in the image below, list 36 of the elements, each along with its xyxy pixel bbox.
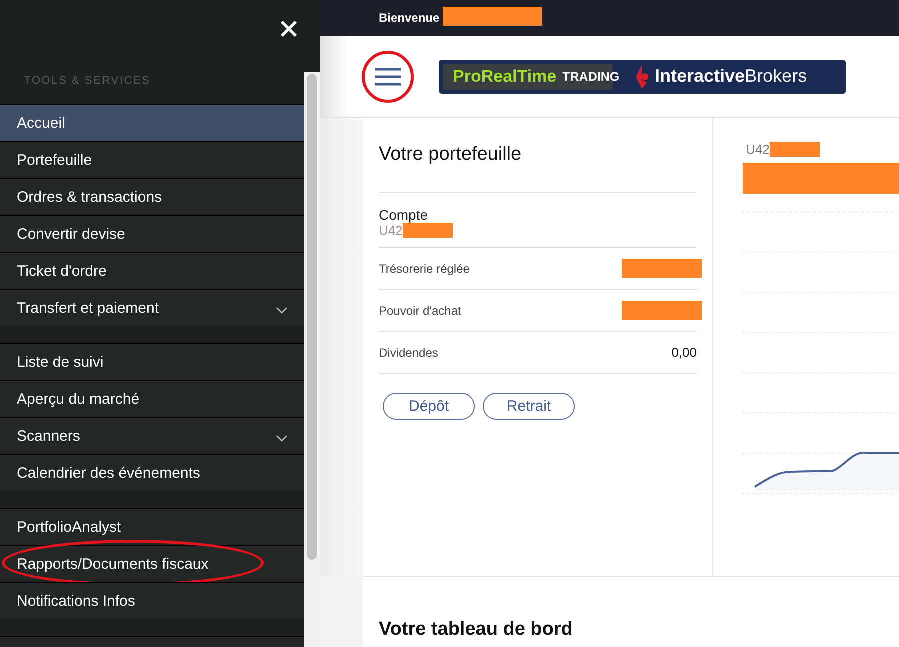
account-id: U42 xyxy=(379,223,403,238)
flame-logo-icon xyxy=(633,64,651,88)
welcome-text: Bienvenue xyxy=(379,11,440,25)
logo-text: TRADING xyxy=(562,70,620,84)
menu-item[interactable]: Aperçu du marché xyxy=(0,380,304,418)
balance-label: Trésorerie réglée xyxy=(379,262,470,276)
menu-item[interactable]: Convertir devise xyxy=(0,215,304,252)
menu-item[interactable]: Ticket d'ordre xyxy=(0,252,304,290)
chevron-down-icon[interactable] xyxy=(276,307,288,316)
account-label: Compte xyxy=(379,207,430,223)
close-icon[interactable] xyxy=(280,20,298,38)
menu-item[interactable]: Calendrier des événements xyxy=(0,454,304,492)
logo-text: ProRealTime xyxy=(453,66,557,86)
logo-text: InteractiveBrokers xyxy=(655,66,808,87)
balance-value: 0,00 xyxy=(672,345,697,360)
section-title: Votre tableau de bord xyxy=(379,618,573,642)
card-title: Votre portefeuille xyxy=(379,118,696,193)
menu-item[interactable]: Scanners xyxy=(0,417,304,454)
menu-button[interactable] xyxy=(362,50,414,102)
brand-logo[interactable]: ProRealTime TRADING InteractiveBrokers xyxy=(439,60,846,94)
menu-item[interactable]: Notifications Infos xyxy=(0,582,304,620)
balance-label: Dividendes xyxy=(379,346,438,360)
menu-item[interactable]: Liste de suivi xyxy=(0,343,304,380)
action-button[interactable]: Dépôt xyxy=(383,393,475,420)
scrollbar-thumb[interactable] xyxy=(307,74,317,560)
menu-item[interactable]: Transfert et paiement xyxy=(0,289,304,326)
action-button[interactable]: Retrait xyxy=(483,393,575,420)
menu-item[interactable]: Accueil xyxy=(0,104,304,142)
section-title: TOOLS & SERVICES xyxy=(24,75,151,87)
chevron-down-icon[interactable] xyxy=(276,435,288,444)
menu-item[interactable]: PortfolioAnalyst xyxy=(0,508,304,546)
menu-icon xyxy=(375,68,401,86)
account-id: U42 xyxy=(746,142,770,157)
balance-label: Pouvoir d'achat xyxy=(379,304,462,318)
menu-item[interactable]: Ordres & transactions xyxy=(0,178,304,216)
menu-item[interactable]: Portefeuille xyxy=(0,141,304,178)
